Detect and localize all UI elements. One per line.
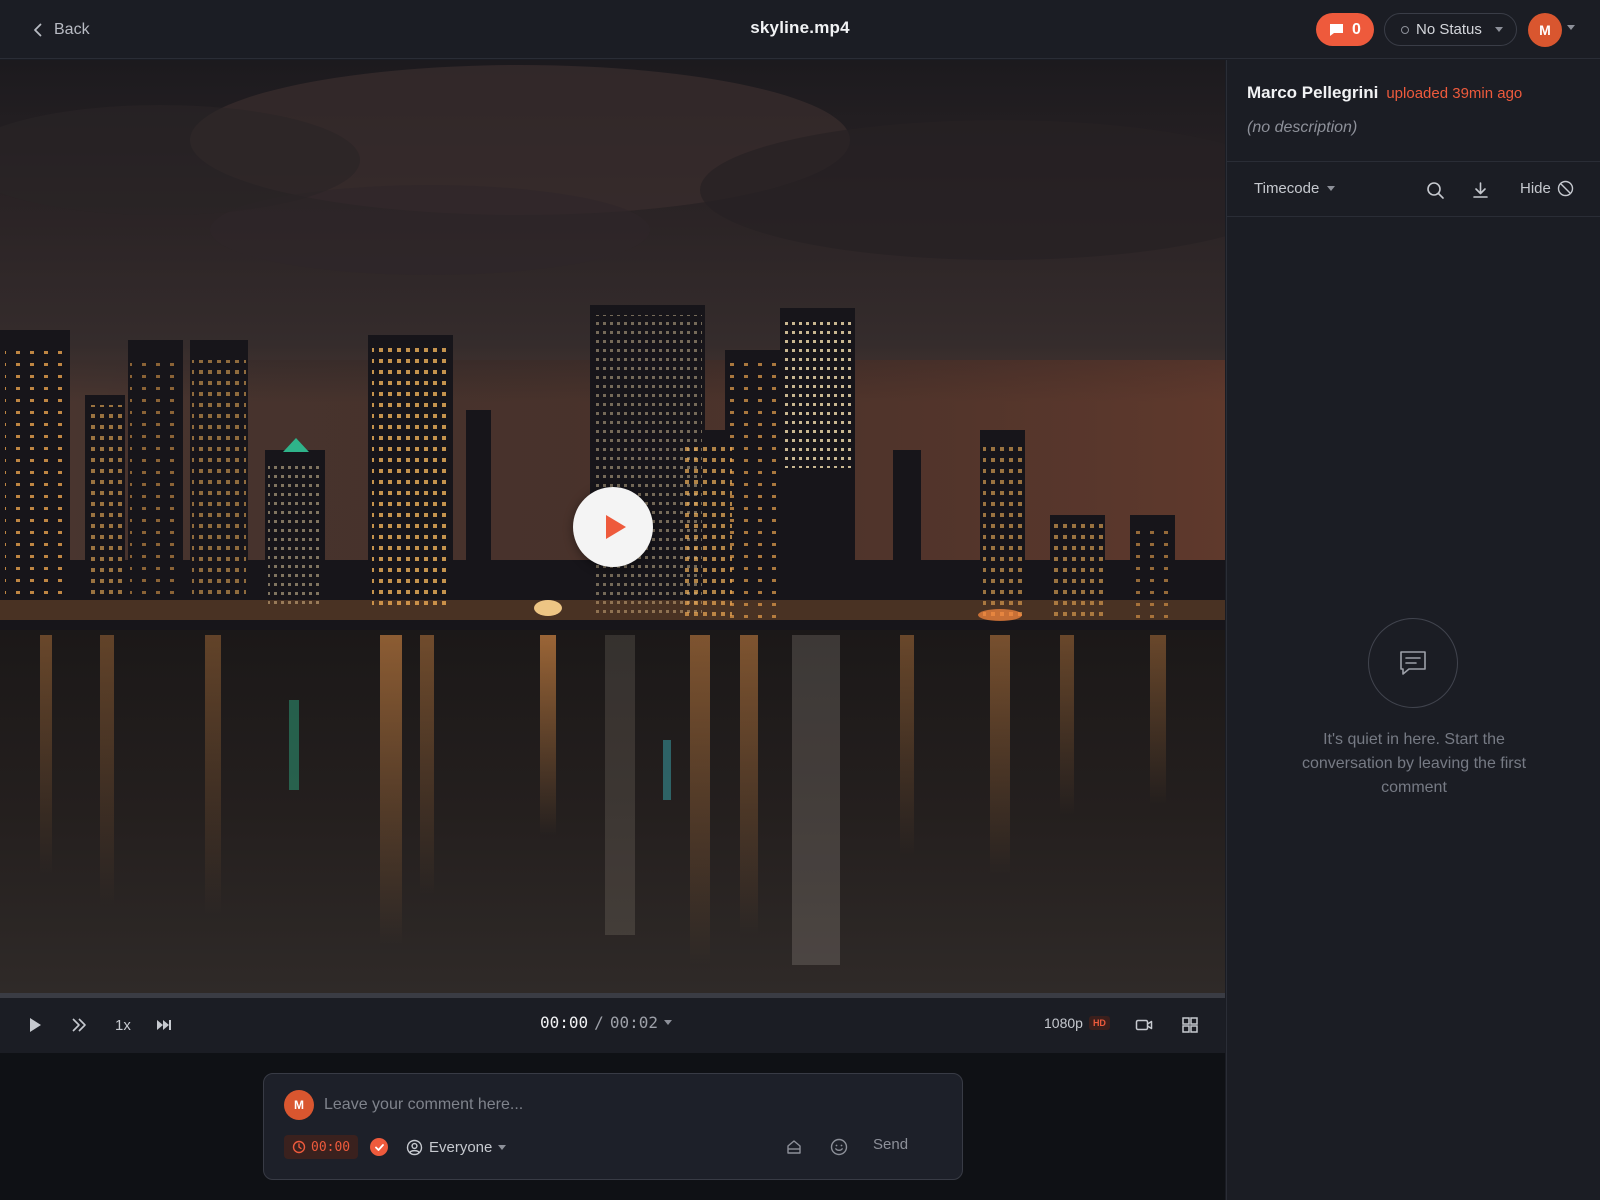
comment-composer: M 00:00 Everyone Send [263,1073,963,1180]
next-frame-icon [157,1020,171,1030]
back-button[interactable]: Back [30,18,90,42]
search-icon [1426,181,1444,199]
status-dot-icon [1401,25,1409,34]
player-controls: 1x 00:00 / 00:02 1080p HD [0,998,1225,1053]
top-bar: Back skyline.mp4 0 No Status M [0,0,1600,59]
total-time: 00:02 [609,1013,658,1032]
file-title: skyline.mp4 [750,18,850,37]
comments-toolbar: Timecode Hide [1227,162,1600,217]
file-description[interactable]: (no description) [1247,119,1357,137]
chevron-down-icon [498,1144,507,1150]
grid-icon [1182,1017,1198,1033]
chevron-down-icon [1327,186,1336,191]
hide-comments-button[interactable]: Hide [1520,180,1574,197]
time-display[interactable]: 00:00 / 00:02 [540,1013,672,1032]
loop-button[interactable] [70,1014,88,1036]
comment-icon [1330,23,1344,36]
skip-icon [72,1018,86,1032]
camera-icon [1135,1019,1153,1031]
download-icon [1472,181,1488,198]
current-time: 00:00 [540,1013,589,1032]
hd-badge: HD [1088,1016,1110,1030]
audience-selector[interactable]: Everyone [406,1136,507,1158]
download-button[interactable] [1469,179,1491,201]
hide-icon [1557,180,1574,197]
emoji-icon [830,1138,848,1156]
send-button[interactable]: Send [873,1136,908,1153]
play-icon [30,1018,41,1032]
upload-time: uploaded 39min ago [1386,85,1523,102]
empty-state-message: It's quiet in here. Start the conversati… [1301,731,1527,796]
avatar-initial: M [1539,22,1551,38]
attachment-icon [787,1140,801,1154]
chevron-down-icon [663,1020,672,1025]
account-menu-chevron-icon[interactable] [1567,25,1575,30]
timecode-value: 00:00 [311,1139,351,1155]
search-button[interactable] [1424,179,1446,201]
hide-label: Hide [1520,180,1551,197]
next-frame-button[interactable] [155,1014,173,1036]
back-label: Back [54,21,90,38]
video-player[interactable] [0,60,1225,993]
time-separator: / [594,1013,604,1032]
speed-label: 1x [115,1016,131,1034]
user-circle-icon [406,1139,423,1155]
uploader-name[interactable]: Marco Pellegrini [1247,83,1378,103]
comment-input[interactable] [324,1091,934,1119]
timecode-checkbox[interactable] [370,1138,388,1156]
status-label: No Status [1416,21,1482,38]
clock-icon [292,1140,306,1154]
quality-label: 1080p [1044,1015,1083,1031]
quality-selector[interactable]: 1080p HD [1044,1015,1110,1031]
speed-button[interactable]: 1x [115,1014,131,1036]
empty-state-icon [1368,618,1458,708]
emoji-button[interactable] [829,1137,849,1157]
sort-label: Timecode [1254,180,1320,197]
play-button[interactable] [26,1014,44,1036]
play-overlay-button[interactable] [573,487,653,567]
sort-dropdown[interactable]: Timecode [1254,180,1336,197]
comments-sidebar: Marco Pellegrini uploaded 39min ago (no … [1226,60,1600,1200]
chevron-left-icon [34,23,42,37]
timecode-chip[interactable]: 00:00 [284,1135,359,1159]
play-icon [605,515,626,539]
chat-bubble-icon [1400,651,1426,675]
chevron-down-icon [1494,27,1503,32]
audience-label: Everyone [429,1138,493,1156]
comment-composer-area: M 00:00 Everyone Send [0,1053,1225,1200]
attachment-button[interactable] [784,1137,804,1157]
grid-button[interactable] [1181,1014,1199,1036]
camera-button[interactable] [1135,1014,1153,1036]
user-avatar[interactable]: M [1528,13,1562,47]
uploader-info: Marco Pellegrini uploaded 39min ago [1247,83,1522,103]
comment-count: 0 [1352,20,1361,38]
comment-count-button[interactable]: 0 [1316,13,1374,46]
status-dropdown[interactable]: No Status [1384,13,1517,46]
composer-avatar: M [284,1090,314,1120]
composer-avatar-initial: M [294,1098,304,1112]
check-icon [374,1143,384,1151]
